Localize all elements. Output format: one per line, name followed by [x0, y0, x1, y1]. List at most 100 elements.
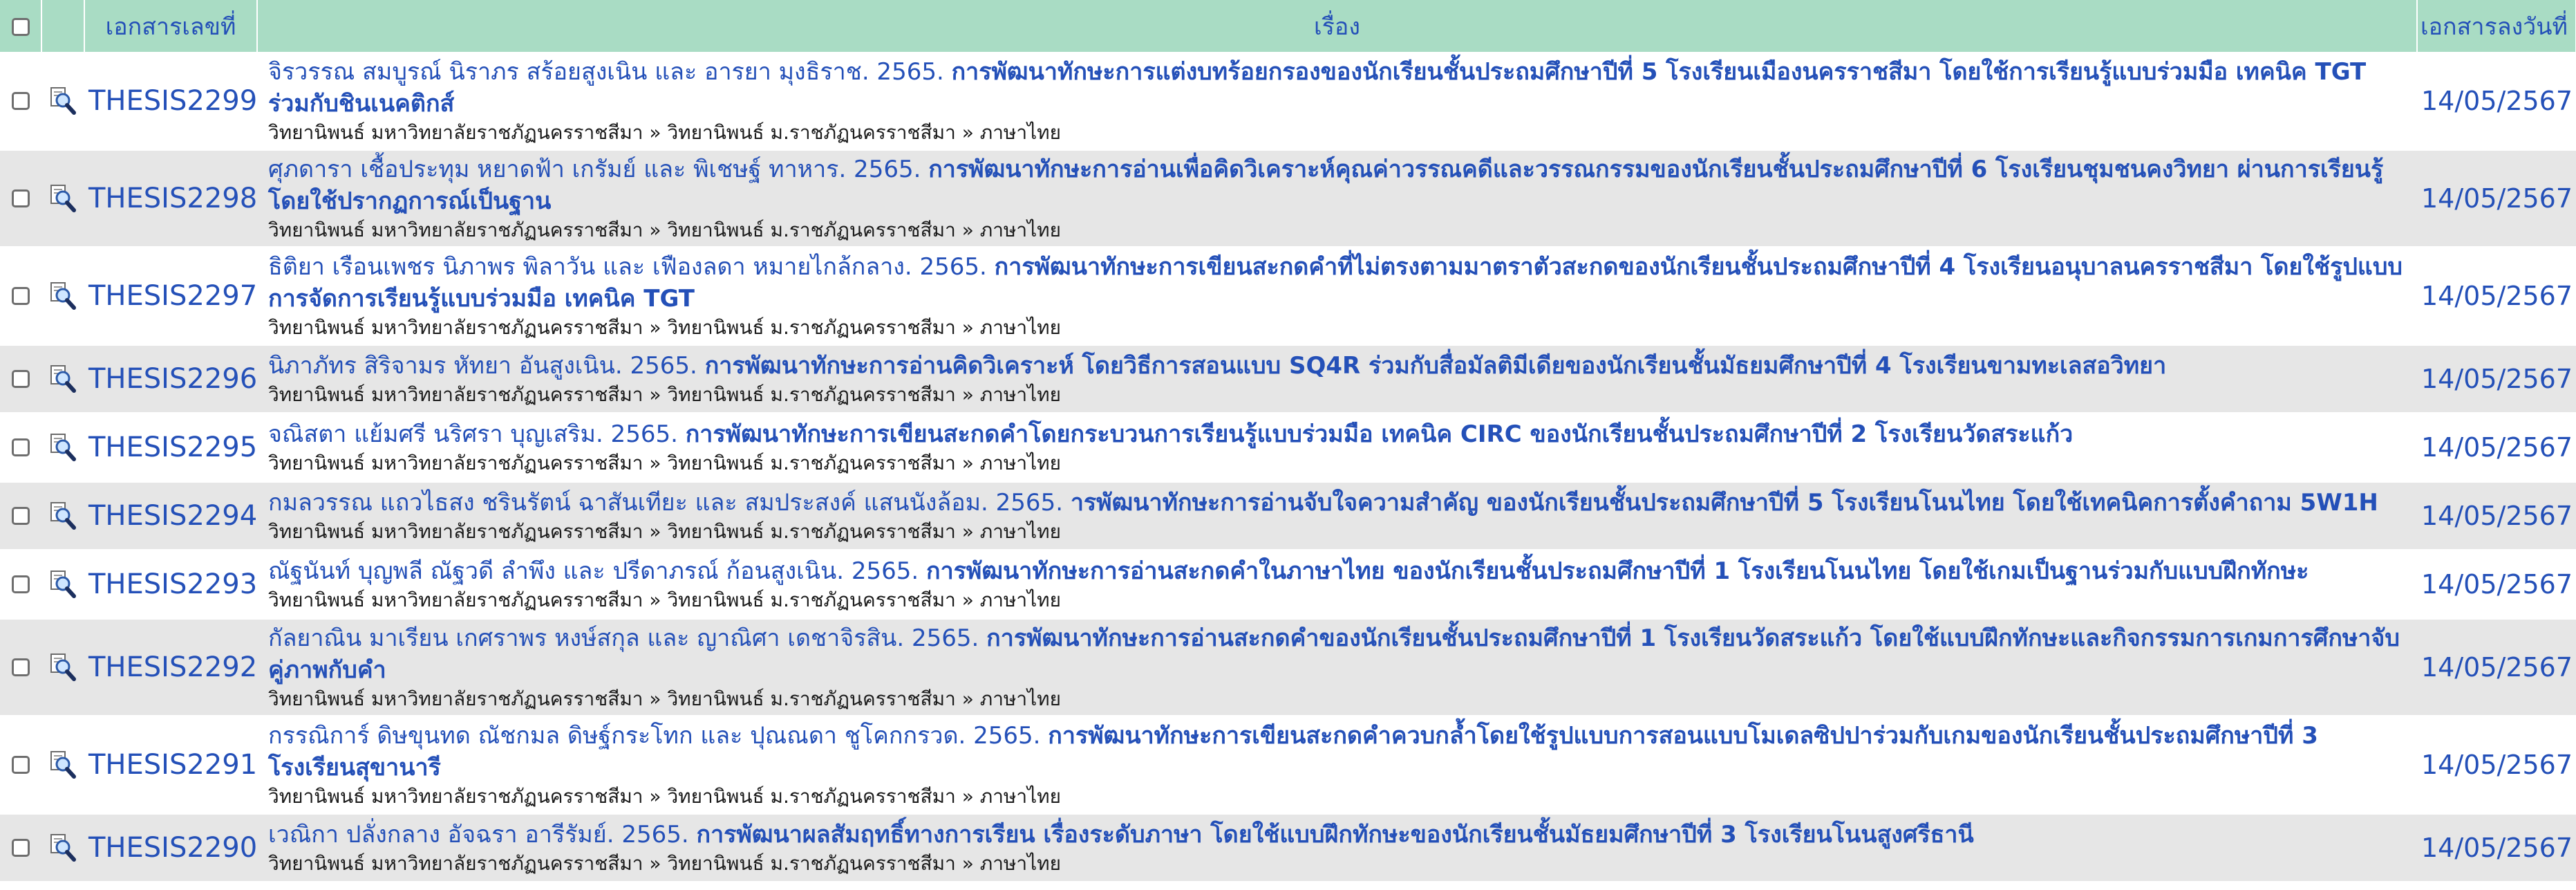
magnifier-document-icon[interactable]: [49, 433, 77, 462]
magnifier-document-icon[interactable]: [49, 501, 77, 530]
row-document-number[interactable]: THESIS2291: [84, 716, 257, 815]
magnifier-document-icon[interactable]: [49, 570, 77, 599]
row-checkbox[interactable]: [12, 507, 30, 525]
row-breadcrumb: วิทยานิพนธ์ มหาวิทยาลัยราชภัฏนครราชสีมา …: [268, 121, 1062, 144]
row-title: การพัฒนาทักษะการอ่านคิดวิเคราะห์ โดยวิธี…: [704, 352, 2167, 380]
row-title: ารพัฒนาทักษะการอ่านจับใจความสำคัญ ของนัก…: [1070, 489, 2378, 517]
magnifier-document-icon[interactable]: [49, 364, 77, 393]
row-title-link[interactable]: ณัฐนันท์ บุญพลี ณัฐวดี ลำพึง และ ปรีดาภร…: [268, 555, 2410, 587]
magnifier-document-icon[interactable]: [49, 750, 77, 779]
row-authors: ธิติยา เรือนเพชร นิภาพร พิลาวัน และ เฟือ…: [268, 253, 987, 281]
magnifier-document-icon[interactable]: [49, 653, 77, 682]
row-document-number[interactable]: THESIS2294: [84, 481, 257, 551]
row-title-link[interactable]: ศุภดารา เชื้อประทุม หยาดฟ้า เกรัมย์ และ …: [268, 154, 2410, 217]
table-body: THESIS2299 จิรวรรณ สมบูรณ์ นิราภร สร้อยสู…: [0, 53, 2576, 883]
row-icon-cell: [41, 813, 84, 883]
row-checkbox[interactable]: [12, 575, 30, 593]
row-subject-cell: ณัฐนันท์ บุญพลี ณัฐวดี ลำพึง และ ปรีดาภร…: [257, 550, 2417, 620]
row-title-link[interactable]: จิรวรรณ สมบูรณ์ นิราภร สร้อยสูงเนิน และ …: [268, 56, 2410, 120]
row-subject-cell: จณิสตา แย้มศรี นริศรา บุญเสริม. 2565. กา…: [257, 413, 2417, 483]
row-document-date: 14/05/2567: [2417, 53, 2576, 151]
row-breadcrumb: วิทยานิพนธ์ มหาวิทยาลัยราชภัฏนครราชสีมา …: [268, 852, 1062, 875]
row-icon-cell: [41, 550, 84, 620]
table-row: THESIS2293 ณัฐนันท์ บุญพลี ณัฐวดี ลำพึง แ…: [0, 550, 2576, 620]
row-authors: กัลยาณิน มาเรียน เกศราพร หงษ์สกุล และ ญา…: [268, 624, 979, 652]
row-title: การพัฒนาผลสัมฤทธิ์ทางการเรียน เรื่องระดั…: [696, 821, 1974, 849]
row-select-cell: [0, 344, 41, 414]
row-breadcrumb: วิทยานิพนธ์ มหาวิทยาลัยราชภัฏนครราชสีมา …: [268, 785, 1062, 808]
row-title-link[interactable]: นิภาภัทร สิริจามร หัทยา อันสูงเนิน. 2565…: [268, 350, 2410, 382]
row-subject-cell: ธิติยา เรือนเพชร นิภาพร พิลาวัน และ เฟือ…: [257, 247, 2417, 346]
row-document-number[interactable]: THESIS2292: [84, 618, 257, 717]
row-document-number[interactable]: THESIS2290: [84, 813, 257, 883]
row-authors: เวณิกา ปลั่งกลาง อัจฉรา อารีรัมย์. 2565.: [268, 821, 689, 849]
table-row: THESIS2291 กรรณิการ์ ดิษขุนทด ณัชกมล ดิษฐ…: [0, 716, 2576, 815]
row-document-date: 14/05/2567: [2417, 413, 2576, 483]
row-title-link[interactable]: เวณิกา ปลั่งกลาง อัจฉรา อารีรัมย์. 2565.…: [268, 819, 2410, 851]
magnifier-document-icon[interactable]: [49, 86, 77, 115]
magnifier-document-icon[interactable]: [49, 833, 77, 862]
row-checkbox[interactable]: [12, 658, 30, 676]
table-row: THESIS2299 จิรวรรณ สมบูรณ์ นิราภร สร้อยสู…: [0, 53, 2576, 151]
table-row: THESIS2298 ศุภดารา เชื้อประทุม หยาดฟ้า เก…: [0, 149, 2576, 248]
magnifier-document-icon[interactable]: [49, 184, 77, 213]
row-title-link[interactable]: กมลวรรณ แถวไธสง ชรินรัตน์ ฉาสันเทียะ และ…: [268, 487, 2410, 519]
row-breadcrumb: วิทยานิพนธ์ มหาวิทยาลัยราชภัฏนครราชสีมา …: [268, 316, 1062, 339]
row-checkbox[interactable]: [12, 92, 30, 110]
row-subject-cell: กมลวรรณ แถวไธสง ชรินรัตน์ ฉาสันเทียะ และ…: [257, 481, 2417, 551]
row-authors: ศุภดารา เชื้อประทุม หยาดฟ้า เกรัมย์ และ …: [268, 156, 921, 183]
row-authors: ณัฐนันท์ บุญพลี ณัฐวดี ลำพึง และ ปรีดาภร…: [268, 557, 919, 585]
row-icon-cell: [41, 53, 84, 151]
row-icon-cell: [41, 716, 84, 815]
row-checkbox[interactable]: [12, 756, 30, 774]
row-checkbox[interactable]: [12, 438, 30, 456]
row-document-number[interactable]: THESIS2298: [84, 149, 257, 248]
row-title-link[interactable]: กรรณิการ์ ดิษขุนทด ณัชกมล ดิษฐ์กระโทก แล…: [268, 720, 2410, 784]
row-icon-cell: [41, 247, 84, 346]
row-title: การพัฒนาทักษะการอ่านสะกดคำในภาษาไทย ของน…: [925, 557, 2309, 585]
row-icon-cell: [41, 344, 84, 414]
select-all-checkbox[interactable]: [11, 18, 30, 36]
table-header: เอกสารเลขที่ เรื่อง เอกสารลงวันที่: [0, 0, 2576, 53]
magnifier-document-icon[interactable]: [49, 281, 77, 310]
row-select-cell: [0, 413, 41, 483]
row-subject-cell: จิรวรรณ สมบูรณ์ นิราภร สร้อยสูงเนิน และ …: [257, 53, 2417, 151]
row-select-cell: [0, 618, 41, 717]
row-select-cell: [0, 149, 41, 248]
row-subject-cell: กรรณิการ์ ดิษขุนทด ณัชกมล ดิษฐ์กระโทก แล…: [257, 716, 2417, 815]
row-title-link[interactable]: กัลยาณิน มาเรียน เกศราพร หงษ์สกุล และ ญา…: [268, 622, 2410, 686]
row-title-link[interactable]: จณิสตา แย้มศรี นริศรา บุญเสริม. 2565. กา…: [268, 418, 2410, 450]
header-document-number[interactable]: เอกสารเลขที่: [84, 0, 258, 53]
row-document-number[interactable]: THESIS2296: [84, 344, 257, 414]
row-breadcrumb: วิทยานิพนธ์ มหาวิทยาลัยราชภัฏนครราชสีมา …: [268, 452, 1062, 474]
header-subject[interactable]: เรื่อง: [257, 0, 2418, 53]
row-icon-cell: [41, 618, 84, 717]
table-row: THESIS2296 นิภาภัทร สิริจามร หัทยา อันสูง…: [0, 344, 2576, 414]
row-checkbox[interactable]: [12, 189, 30, 207]
row-select-cell: [0, 53, 41, 151]
row-document-number[interactable]: THESIS2295: [84, 413, 257, 483]
row-title: การพัฒนาทักษะการเขียนสะกดคำโดยกระบวนการเ…: [685, 420, 2074, 448]
row-document-date: 14/05/2567: [2417, 481, 2576, 551]
row-select-cell: [0, 716, 41, 815]
row-document-number[interactable]: THESIS2293: [84, 550, 257, 620]
row-breadcrumb: วิทยานิพนธ์ มหาวิทยาลัยราชภัฏนครราชสีมา …: [268, 383, 1062, 406]
row-select-cell: [0, 813, 41, 883]
row-checkbox[interactable]: [12, 287, 30, 305]
row-document-date: 14/05/2567: [2417, 344, 2576, 414]
row-checkbox[interactable]: [12, 370, 30, 388]
header-document-date[interactable]: เอกสารลงวันที่: [2417, 0, 2576, 53]
row-checkbox[interactable]: [12, 839, 30, 857]
row-breadcrumb: วิทยานิพนธ์ มหาวิทยาลัยราชภัฏนครราชสีมา …: [268, 588, 1062, 611]
row-document-number[interactable]: THESIS2299: [84, 53, 257, 151]
row-breadcrumb: วิทยานิพนธ์ มหาวิทยาลัยราชภัฏนครราชสีมา …: [268, 520, 1062, 543]
row-document-number[interactable]: THESIS2297: [84, 247, 257, 346]
row-icon-cell: [41, 481, 84, 551]
row-document-date: 14/05/2567: [2417, 149, 2576, 248]
row-document-date: 14/05/2567: [2417, 716, 2576, 815]
row-title-link[interactable]: ธิติยา เรือนเพชร นิภาพร พิลาวัน และ เฟือ…: [268, 251, 2410, 315]
row-select-cell: [0, 247, 41, 346]
row-breadcrumb: วิทยานิพนธ์ มหาวิทยาลัยราชภัฏนครราชสีมา …: [268, 687, 1062, 710]
row-subject-cell: ศุภดารา เชื้อประทุม หยาดฟ้า เกรัมย์ และ …: [257, 149, 2417, 248]
row-document-date: 14/05/2567: [2417, 813, 2576, 883]
